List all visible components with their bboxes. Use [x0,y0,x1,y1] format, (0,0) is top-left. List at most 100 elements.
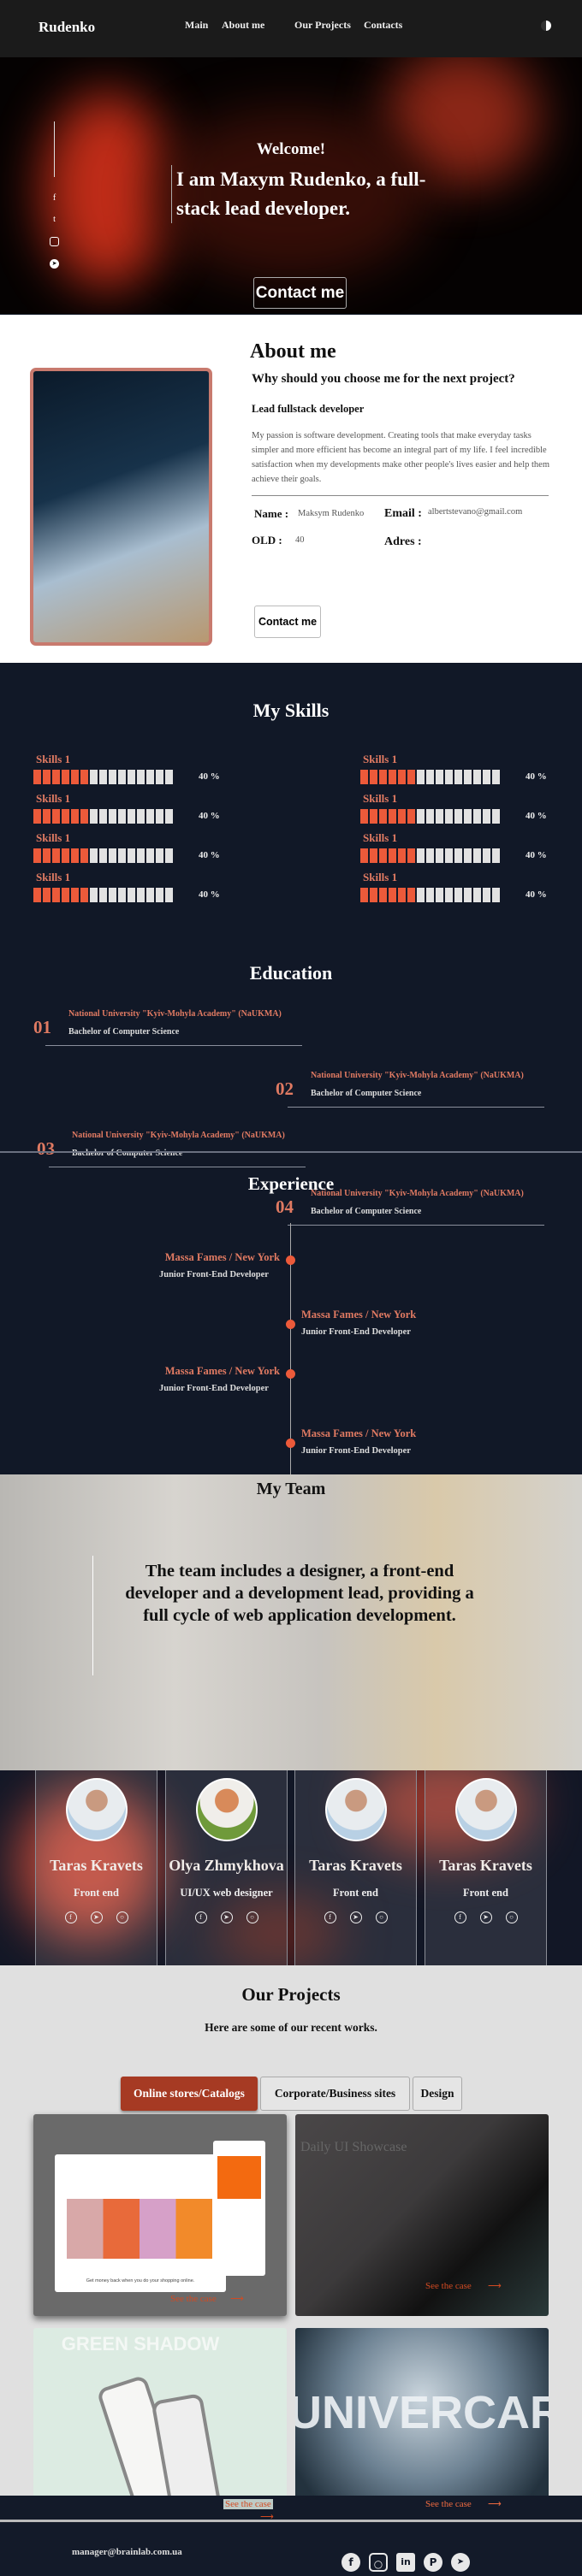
project-heading: UNIVERCAR [295,2387,549,2438]
progress-segment [454,770,462,784]
nav-about[interactable]: About me [222,19,264,32]
telegram-icon[interactable]: ➤ [50,259,59,269]
nav-projects[interactable]: Our Projects [294,19,351,32]
avatar [454,1778,517,1841]
member-name: Olya Zhmykhova [169,1857,284,1874]
skill-percent: 40 % [199,850,220,860]
projects-section: Our Projects Here are some of our recent… [0,1965,582,2530]
member-role: Front end [333,1887,378,1899]
facebook-icon[interactable]: f [454,1911,466,1923]
pinterest-icon[interactable]: P [424,2553,442,2572]
experience-company: Massa Fames / New York [301,1427,417,1439]
instagram-icon[interactable]: ○ [246,1911,258,1923]
skill-percent: 40 % [526,850,547,860]
skill-percent: 40 % [199,811,220,821]
nav-contacts[interactable]: Contacts [364,19,402,32]
progress-segment [464,848,472,863]
team-member-card: Taras Kravets Front end f ➤ ○ [35,1770,157,1965]
progress-segment [436,770,443,784]
about-contact-button[interactable]: Contact me [254,606,321,638]
progress-segment [483,888,490,902]
theme-toggle-icon[interactable] [541,21,551,31]
footer-email[interactable]: manager@brainlab.com.ua [72,2547,182,2557]
project-card[interactable]: Get money back when you do your shopping… [33,2114,287,2316]
telegram-icon[interactable]: ➤ [90,1911,103,1923]
project-card[interactable]: Daily UI Showcase See the case ⟶ [295,2114,549,2316]
progress-segment [398,848,406,863]
team-cards-section: Taras Kravets Front end f ➤ ○ Olya Zhmykhova U… [0,1770,582,1965]
see-the-case-link[interactable]: See the case [223,2499,273,2509]
progress-segment [99,809,107,824]
education-degree: Bachelor of Computer Science [311,1089,422,1098]
progress-segment [156,848,163,863]
see-the-case-link[interactable]: See the case [170,2294,217,2304]
name-value: Maksym Rudenko [298,509,365,518]
progress-segment [52,888,60,902]
instagram-icon[interactable] [50,237,59,246]
facebook-icon[interactable]: f [194,1911,207,1923]
skill-item: Skills 1 40 % [360,792,574,826]
nav-main[interactable]: Main [185,19,208,32]
progress-segment [473,809,481,824]
telegram-icon[interactable]: ➤ [349,1911,362,1923]
education-title: Education [249,962,333,984]
tab-corporate-sites[interactable]: Corporate/Business sites [260,2077,410,2111]
progress-segment [43,770,50,784]
progress-segment [33,848,41,863]
progress-segment [43,809,50,824]
progress-segment [80,770,88,784]
telegram-icon[interactable]: ➤ [220,1911,233,1923]
progress-segment [146,770,154,784]
facebook-icon[interactable]: f [341,2553,360,2572]
timeline-dot [286,1369,295,1379]
progress-segment [33,809,41,824]
progress-segment [417,809,425,824]
education-number: 01 [33,1017,51,1037]
member-socials: f ➤ ○ [425,1911,546,1923]
logo[interactable]: Rudenko [39,19,95,36]
team-section: My Team The team includes a designer, a … [0,1474,582,1770]
progress-segment [99,888,107,902]
progress-segment [109,770,116,784]
facebook-icon[interactable]: f [64,1911,77,1923]
progress-segment [426,809,434,824]
progress-segment [146,848,154,863]
see-the-case-link[interactable]: See the case [425,2281,472,2291]
tab-design[interactable]: Design [413,2077,462,2111]
member-socials: f ➤ ○ [295,1911,416,1923]
about-question: Why should you choose me for the next pr… [252,372,515,386]
facebook-icon[interactable]: f [50,193,59,203]
progress-segment [445,848,453,863]
contact-me-button[interactable]: Contact me [253,277,347,309]
progress-segment [445,770,453,784]
skill-progress-bar [360,770,500,784]
progress-segment [445,888,453,902]
facebook-icon[interactable]: f [324,1911,336,1923]
member-name: Taras Kravets [50,1857,143,1874]
email-value: albertstevano@gmail.com [428,507,523,517]
skill-item: Skills 1 40 % [33,792,247,826]
about-section: About me Why should you choose me for th… [0,315,582,663]
progress-segment [370,809,377,824]
telegram-icon[interactable]: ➤ [479,1911,492,1923]
instagram-icon[interactable]: ○ [505,1911,518,1923]
progress-segment [360,809,368,824]
progress-segment [370,888,377,902]
projects-subtitle: Here are some of our recent works. [205,2021,377,2034]
progress-segment [370,770,377,784]
instagram-icon[interactable]: ○ [116,1911,128,1923]
tab-online-stores[interactable]: Online stores/Catalogs [121,2077,258,2111]
instagram-icon[interactable]: ○ [369,2553,388,2572]
progress-segment [370,848,377,863]
see-the-case-link[interactable]: See the case [425,2499,472,2509]
linkedin-icon[interactable]: in [396,2553,415,2572]
instagram-icon[interactable]: ○ [375,1911,388,1923]
telegram-icon[interactable]: ➤ [451,2553,470,2572]
progress-segment [128,848,135,863]
progress-segment [398,888,406,902]
member-role: UI/UX web designer [180,1887,273,1899]
twitter-icon[interactable]: t [50,215,59,224]
skill-percent: 40 % [199,771,220,782]
education-degree: Bachelor of Computer Science [68,1027,180,1037]
education-divider [288,1107,544,1108]
